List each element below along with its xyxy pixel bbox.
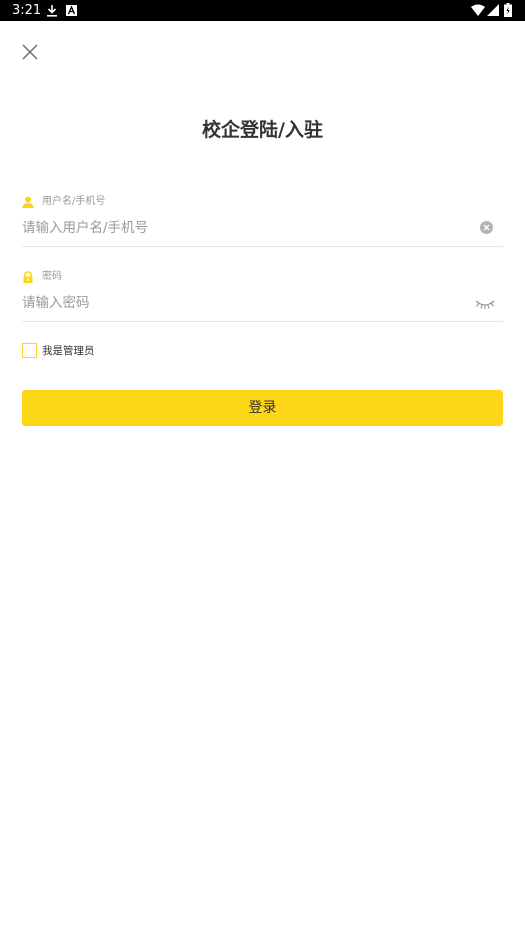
- status-bar: 3:21: [0, 0, 525, 21]
- lock-icon: [23, 271, 33, 283]
- password-divider: [22, 321, 503, 322]
- login-button[interactable]: 登录: [22, 390, 503, 426]
- username-label: 用户名/手机号: [42, 196, 106, 207]
- password-visibility-toggle[interactable]: [474, 296, 496, 310]
- username-divider: [22, 246, 503, 247]
- username-label-row: 用户名/手机号: [22, 195, 105, 209]
- user-icon: [22, 196, 34, 208]
- clear-icon: [480, 221, 493, 234]
- password-label: 密码: [42, 271, 62, 282]
- battery-icon: [504, 3, 512, 17]
- admin-checkbox-label[interactable]: 我是管理员: [42, 344, 95, 358]
- download-icon: [47, 5, 57, 17]
- close-icon: [22, 44, 38, 60]
- wifi-icon: [471, 4, 485, 16]
- admin-checkbox[interactable]: [22, 343, 37, 358]
- login-screen: 3:21 校企登陆/入驻 用户名/手机号 请输入用户名/手机号 密码 我是管理员…: [0, 0, 525, 933]
- password-label-row: 密码: [22, 270, 62, 284]
- status-time: 3:21: [12, 3, 42, 18]
- close-button[interactable]: [18, 40, 42, 64]
- a-icon: [66, 5, 77, 16]
- clear-username-button[interactable]: [479, 220, 494, 235]
- page-title: 校企登陆/入驻: [202, 119, 323, 141]
- signal-icon: [487, 4, 499, 16]
- password-input[interactable]: [22, 291, 468, 315]
- eye-closed-icon: [475, 300, 495, 309]
- username-input[interactable]: [22, 216, 468, 240]
